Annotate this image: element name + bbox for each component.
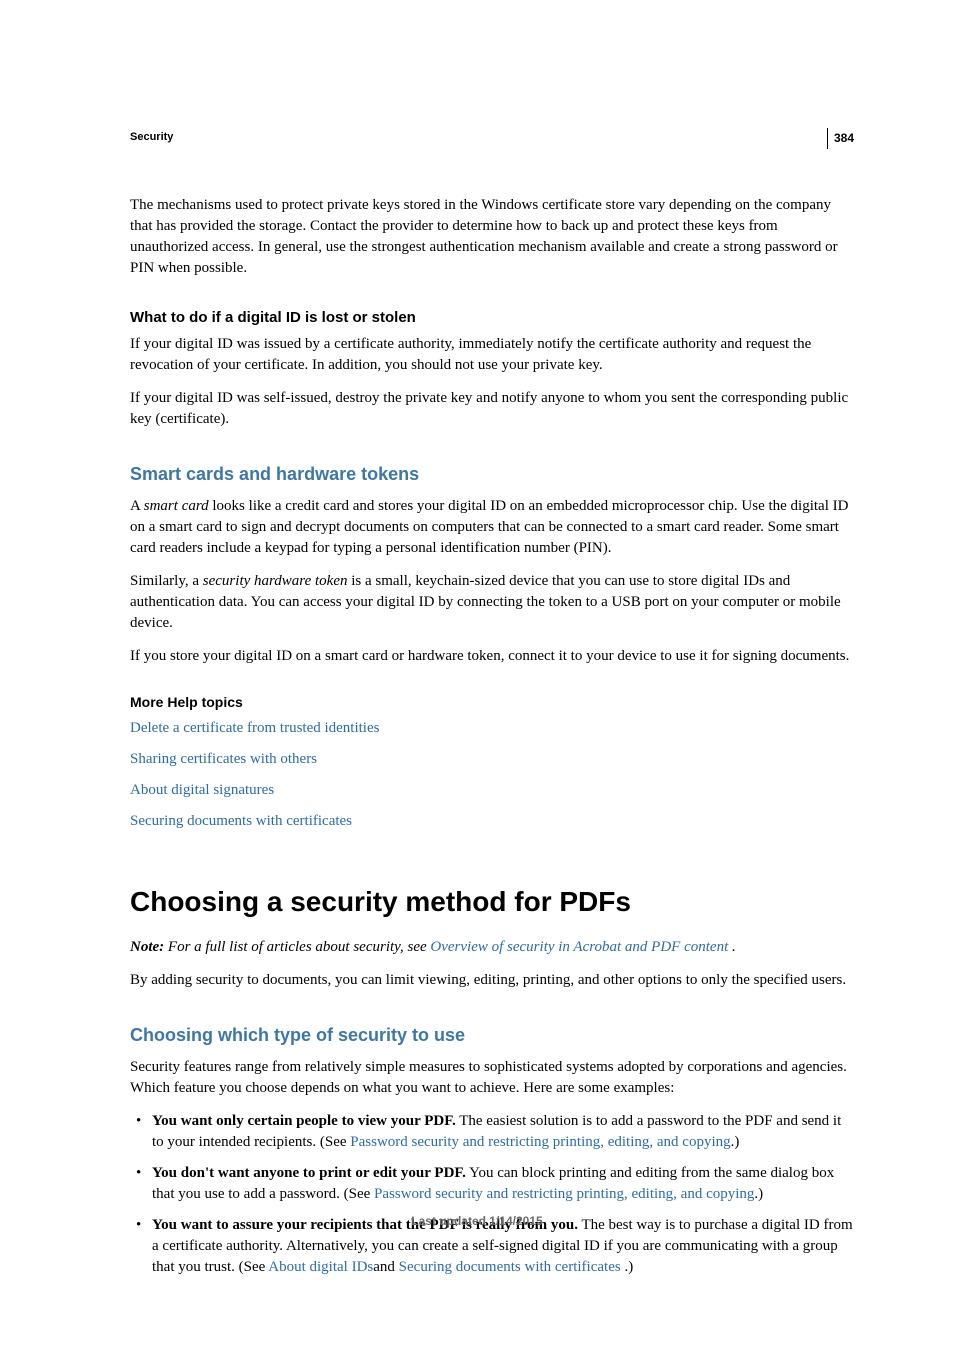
examples-list: You want only certain people to view you… xyxy=(130,1111,854,1278)
text: Similarly, a xyxy=(130,573,203,589)
heading-smart-cards: Smart cards and hardware tokens xyxy=(130,462,854,487)
page-number: 384 xyxy=(827,128,854,149)
link-delete-certificate[interactable]: Delete a certificate from trusted identi… xyxy=(130,720,379,736)
body-paragraph: If you store your digital ID on a smart … xyxy=(130,646,854,667)
body-paragraph: Similarly, a security hardware token is … xyxy=(130,571,854,634)
link-securing-documents[interactable]: Securing documents with certificates xyxy=(399,1259,621,1275)
link-sharing-certificates[interactable]: Sharing certificates with others xyxy=(130,751,317,767)
text: For a full list of articles about securi… xyxy=(164,939,430,955)
body-paragraph: The mechanisms used to protect private k… xyxy=(130,195,854,279)
emphasis: security hardware token xyxy=(203,573,348,589)
body-paragraph: Security features range from relatively … xyxy=(130,1057,854,1099)
text: .) xyxy=(731,1134,740,1150)
text: looks like a credit card and stores your… xyxy=(130,498,848,556)
text: .) xyxy=(754,1186,763,1202)
emphasis: smart card xyxy=(144,498,209,514)
text: .) xyxy=(621,1259,634,1275)
list-item-title: You want only certain people to view you… xyxy=(152,1113,456,1129)
list-item: You don't want anyone to print or edit y… xyxy=(130,1163,854,1205)
note-paragraph: Note: For a full list of articles about … xyxy=(130,937,854,958)
link-password-security[interactable]: Password security and restricting printi… xyxy=(350,1134,730,1150)
text: . xyxy=(728,939,736,955)
help-links: Delete a certificate from trusted identi… xyxy=(130,718,854,832)
link-about-digital-signatures[interactable]: About digital signatures xyxy=(130,782,274,798)
link-security-overview[interactable]: Overview of security in Acrobat and PDF … xyxy=(430,939,728,955)
subheading-lost-stolen: What to do if a digital ID is lost or st… xyxy=(130,307,854,328)
body-paragraph: If your digital ID was self-issued, dest… xyxy=(130,388,854,430)
text: A xyxy=(130,498,144,514)
subheading-more-help: More Help topics xyxy=(130,693,854,713)
list-item-title: You don't want anyone to print or edit y… xyxy=(152,1165,466,1181)
breadcrumb: Security xyxy=(130,130,854,145)
body-paragraph: A smart card looks like a credit card an… xyxy=(130,496,854,559)
document-page: 384 Security The mechanisms used to prot… xyxy=(0,0,954,1350)
footer-last-updated: Last updated 1/14/2015 xyxy=(0,1213,954,1230)
heading-which-security-type: Choosing which type of security to use xyxy=(130,1023,854,1048)
link-about-digital-ids[interactable]: About digital IDs xyxy=(268,1259,373,1275)
body-paragraph: If your digital ID was issued by a certi… xyxy=(130,334,854,376)
link-password-security[interactable]: Password security and restricting printi… xyxy=(374,1186,754,1202)
list-item: You want only certain people to view you… xyxy=(130,1111,854,1153)
heading-choosing-security-method: Choosing a security method for PDFs xyxy=(130,882,854,921)
note-label: Note: xyxy=(130,939,164,955)
link-securing-documents[interactable]: Securing documents with certificates xyxy=(130,813,352,829)
body-paragraph: By adding security to documents, you can… xyxy=(130,970,854,991)
text: and xyxy=(373,1259,398,1275)
